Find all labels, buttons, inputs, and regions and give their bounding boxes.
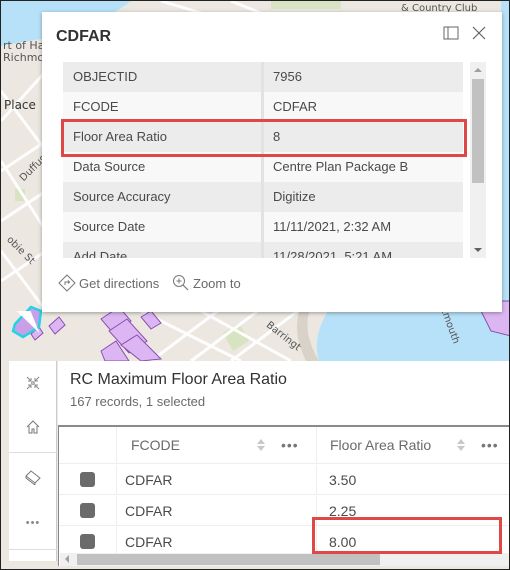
row-select-checkbox[interactable] — [80, 472, 95, 487]
zoom-to-label: Zoom to — [193, 275, 241, 291]
table-row[interactable]: CDFAR 2.25 — [59, 496, 509, 526]
water-area — [316, 306, 509, 361]
attribute-row: FCODE CDFAR — [63, 92, 463, 122]
table-toolbar: ••• — [9, 361, 57, 561]
close-icon — [472, 26, 486, 40]
select-column-header — [59, 427, 117, 463]
scroll-left-arrow-icon[interactable] — [65, 555, 69, 563]
attribute-value: Digitize — [273, 189, 316, 204]
attribute-key: Add Date — [63, 242, 264, 258]
table-row[interactable]: CDFAR 3.50 — [59, 465, 509, 495]
select-cell — [59, 465, 117, 494]
cell-floor-area-ratio: 3.50 — [329, 471, 357, 488]
attribute-row: OBJECTID 7956 — [63, 62, 463, 92]
scrollbar-thumb[interactable] — [77, 554, 380, 565]
select-cell — [59, 496, 117, 525]
cell-fcode: CDFAR — [117, 496, 317, 525]
popup-title: CDFAR — [56, 28, 112, 45]
attribute-value: Centre Plan Package B — [273, 159, 409, 174]
zoom-to-button[interactable]: Zoom to — [172, 274, 241, 292]
home-button[interactable] — [9, 405, 57, 449]
attribute-table-panel: RC Maximum Floor Area Ratio 167 records,… — [58, 361, 509, 566]
park — [271, 1, 341, 9]
more-icon: ••• — [25, 517, 41, 529]
toolbar-divider — [9, 452, 57, 453]
column-header-label: FCODE — [131, 437, 180, 453]
attribute-row: Floor Area Ratio 8 — [63, 122, 463, 152]
column-menu-icon[interactable]: ••• — [481, 437, 499, 453]
attribute-table[interactable]: OBJECTID 7956 FCODE CDFAR Floor Area Ratio… — [63, 62, 463, 258]
attribute-value: 8 — [273, 129, 281, 144]
home-icon — [26, 420, 40, 434]
cell-floor-area-ratio: 2.25 — [329, 502, 357, 519]
sort-icon[interactable] — [457, 439, 465, 451]
get-directions-label: Get directions — [79, 275, 160, 291]
column-header-floor-area-ratio[interactable]: Floor Area Ratio ••• — [317, 427, 509, 463]
cell-fcode: CDFAR — [117, 465, 317, 494]
close-button[interactable] — [469, 23, 489, 43]
attribute-value: 11/11/2021, 2:32 AM — [273, 219, 392, 234]
table-header-row: FCODE ••• Floor Area Ratio ••• — [59, 427, 509, 464]
zoom-in-icon — [173, 275, 189, 291]
attribute-key: OBJECTID — [63, 62, 264, 92]
app-frame: rt of Hall Richmon Place Duffus obie St … — [0, 0, 510, 570]
collapse-button[interactable] — [9, 361, 57, 405]
select-cell — [59, 527, 117, 556]
attribute-key: Data Source — [63, 152, 264, 182]
scroll-down-arrow-icon[interactable] — [474, 248, 482, 252]
cell-floor-area-ratio: 8.00 — [329, 533, 357, 550]
more-button[interactable]: ••• — [9, 501, 57, 545]
table-horizontal-scrollbar[interactable] — [60, 553, 509, 566]
dock-side-icon — [443, 26, 459, 40]
feature-table[interactable]: FCODE ••• Floor Area Ratio ••• CDFAR 3.5… — [58, 425, 509, 566]
column-header-fcode[interactable]: FCODE ••• — [117, 427, 317, 463]
attribute-key: Source Date — [63, 212, 264, 242]
row-select-checkbox[interactable] — [80, 534, 95, 549]
scrollbar-thumb[interactable] — [472, 79, 484, 183]
toolbar-divider — [9, 549, 57, 550]
feature-popup: CDFAR OBJECTID 7956 FCODE CDFAR Floor Area… — [42, 12, 502, 312]
column-header-label: Floor Area Ratio — [330, 437, 432, 453]
attribute-row: Data Source Centre Plan Package B — [63, 152, 463, 182]
attribute-key: FCODE — [63, 92, 264, 122]
popup-scrollbar[interactable] — [470, 62, 486, 258]
water-area — [501, 1, 509, 306]
attribute-value: CDFAR — [273, 99, 318, 114]
sort-icon[interactable] — [257, 439, 265, 451]
dock-button[interactable] — [441, 23, 461, 43]
attribute-row: Source Date 11/11/2021, 2:32 AM — [63, 212, 463, 242]
attribute-key: Source Accuracy — [63, 182, 264, 212]
attribute-key: Floor Area Ratio — [63, 122, 264, 152]
column-menu-icon[interactable]: ••• — [281, 437, 299, 453]
get-directions-button[interactable]: Get directions — [58, 274, 159, 292]
eraser-icon — [25, 470, 41, 485]
attribute-value: 7956 — [273, 69, 302, 84]
attribute-row: Add Date 11/28/2021, 5:21 AM — [63, 242, 463, 258]
cell-fcode: CDFAR — [117, 527, 317, 556]
attribute-row: Source Accuracy Digitize — [63, 182, 463, 212]
attribute-value: 11/28/2021, 5:21 AM — [273, 249, 393, 258]
scroll-up-arrow-icon[interactable] — [474, 68, 482, 72]
directions-icon — [58, 274, 76, 292]
map-label: Place — [4, 98, 36, 112]
table-title: RC Maximum Floor Area Ratio — [70, 371, 287, 388]
shore — [297, 306, 319, 361]
collapse-icon — [26, 376, 40, 390]
row-select-checkbox[interactable] — [80, 503, 95, 518]
clear-selection-button[interactable] — [9, 455, 57, 499]
table-record-count: 167 records, 1 selected — [70, 394, 206, 409]
